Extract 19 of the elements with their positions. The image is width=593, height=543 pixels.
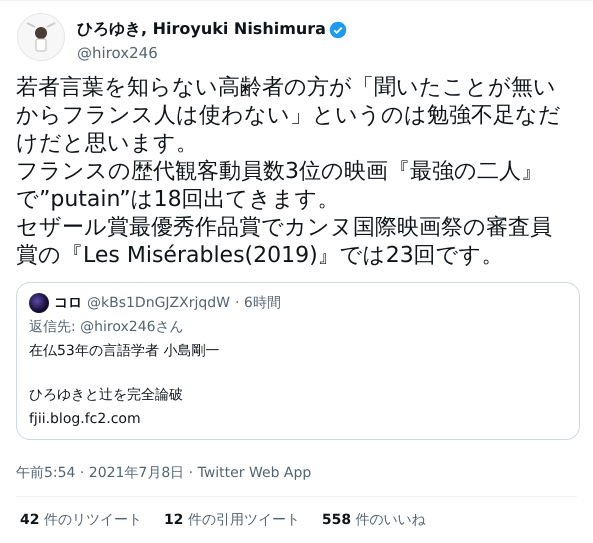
author-handle[interactable]: @hirox246 [77, 44, 347, 62]
quoted-text: 在仏53年の言語学者 小島剛一 [29, 342, 220, 361]
timestamp[interactable]: 午前5:54 · 2021年7月8日 · Twitter Web App [16, 464, 577, 497]
stat-link[interactable]: 12 件の引用ツイート [164, 511, 300, 529]
link-text: fjii.blog.fc2.com [29, 410, 142, 429]
quoted-tweet-card[interactable]: コロ @kBs1DnGJZXrjqdW · 6時間 返信先: @hirox246さん 在仏53年の言語学者 小島剛一 ひろゆきと辻を完全論破 fjii.blog.fc2.com [16, 282, 580, 440]
quoted-time: · 6時間 [235, 294, 281, 312]
tweet-text: 若者言葉を知らない高齢者の方が「聞いたことが無いからフランス人は使わない」というのは勉強不足なだけだと思います。 [16, 74, 562, 158]
reply-to-text: 返信先: @hirox246さん [29, 318, 185, 337]
quoted-author-name: コロ [54, 294, 82, 312]
avatar-icon[interactable] [17, 13, 65, 61]
tweet-text: セザール賞最優秀作品賞でカンヌ国際映画祭の審査員賞の『Les Misérables(2019)』では23回です。 [16, 214, 553, 270]
tweet-text: フランスの歴代観客動員数3位の映画『最強の二人』で”putain”は18回出てきます。 [16, 158, 544, 214]
stat-link[interactable]: 558 件のいいね [322, 511, 426, 529]
quoted-author-handle: @kBs1DnGJZXrjqdW [87, 295, 230, 311]
quoted-text: ひろゆきと辻を完全論破 [29, 386, 184, 405]
avatar-icon[interactable] [29, 293, 49, 313]
stat-link[interactable]: 42 件のリツイート [20, 511, 142, 529]
author-name[interactable]: ひろゆき, Hiroyuki Nishimura [77, 19, 326, 40]
